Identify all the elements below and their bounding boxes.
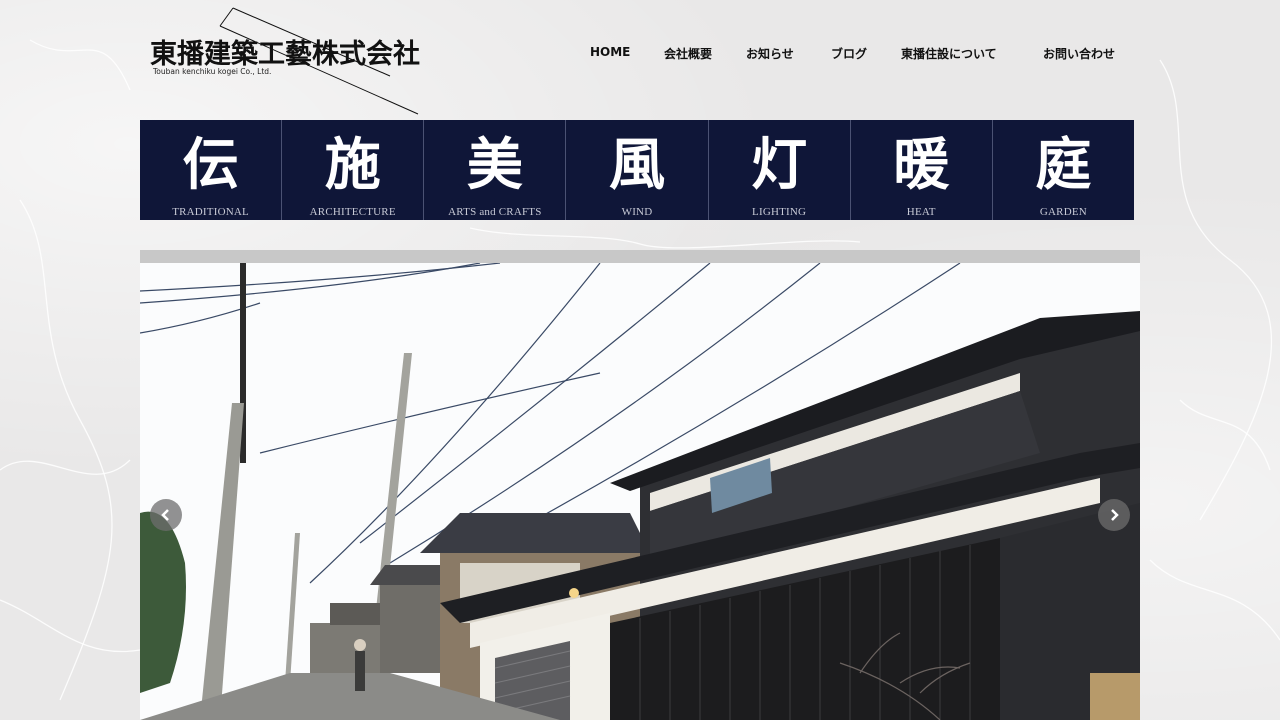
category-kanji: 美	[466, 132, 523, 198]
category-traditional[interactable]: 伝 TRADITIONAL	[140, 120, 283, 220]
category-bar: 伝 TRADITIONAL 施 ARCHITECTURE 美 ARTS and …	[140, 120, 1134, 220]
category-architecture[interactable]: 施 ARCHITECTURE	[282, 120, 425, 220]
category-label: ARCHITECTURE	[309, 206, 396, 218]
company-name: 東播建築工藝株式会社	[150, 39, 420, 70]
nav-blog[interactable]: ブログ	[831, 45, 867, 62]
category-label: LIGHTING	[752, 206, 807, 218]
nav-company[interactable]: 会社概要	[664, 45, 712, 62]
nav-about-toban-jusetsu[interactable]: 東播住設について	[901, 45, 997, 62]
company-name-romaji: Touban kenchiku kogei Co., Ltd.	[153, 67, 272, 76]
chevron-left-icon	[161, 509, 169, 521]
category-heat[interactable]: 暖 HEAT	[851, 120, 993, 220]
category-label: HEAT	[906, 206, 936, 218]
category-arts-and-crafts[interactable]: 美 ARTS and CRAFTS	[424, 120, 567, 220]
nav-contact[interactable]: お問い合わせ	[1043, 45, 1115, 62]
hero-slider	[140, 250, 1140, 720]
category-kanji: 施	[324, 132, 381, 198]
category-kanji: 風	[608, 132, 665, 198]
category-kanji: 暖	[893, 132, 950, 198]
category-kanji: 伝	[182, 132, 239, 198]
category-garden[interactable]: 庭 GARDEN	[993, 120, 1134, 220]
nav-home[interactable]: HOME	[590, 45, 630, 59]
category-lighting[interactable]: 灯 LIGHTING	[709, 120, 851, 220]
slide-image-street-house	[140, 263, 1140, 720]
slider-next-button[interactable]	[1098, 499, 1130, 531]
category-kanji: 灯	[751, 132, 808, 198]
category-label: ARTS and CRAFTS	[448, 206, 542, 218]
site-logo[interactable]: 東播建築工藝株式会社 Touban kenchiku kogei Co., Lt…	[140, 6, 440, 116]
slider-prev-button[interactable]	[150, 499, 182, 531]
category-wind[interactable]: 風 WIND	[566, 120, 709, 220]
category-label: GARDEN	[1039, 206, 1087, 218]
category-label: WIND	[621, 206, 653, 218]
category-kanji: 庭	[1035, 132, 1092, 198]
nav-news[interactable]: お知らせ	[746, 45, 794, 62]
chevron-right-icon	[1111, 509, 1119, 521]
category-label: TRADITIONAL	[172, 206, 249, 218]
